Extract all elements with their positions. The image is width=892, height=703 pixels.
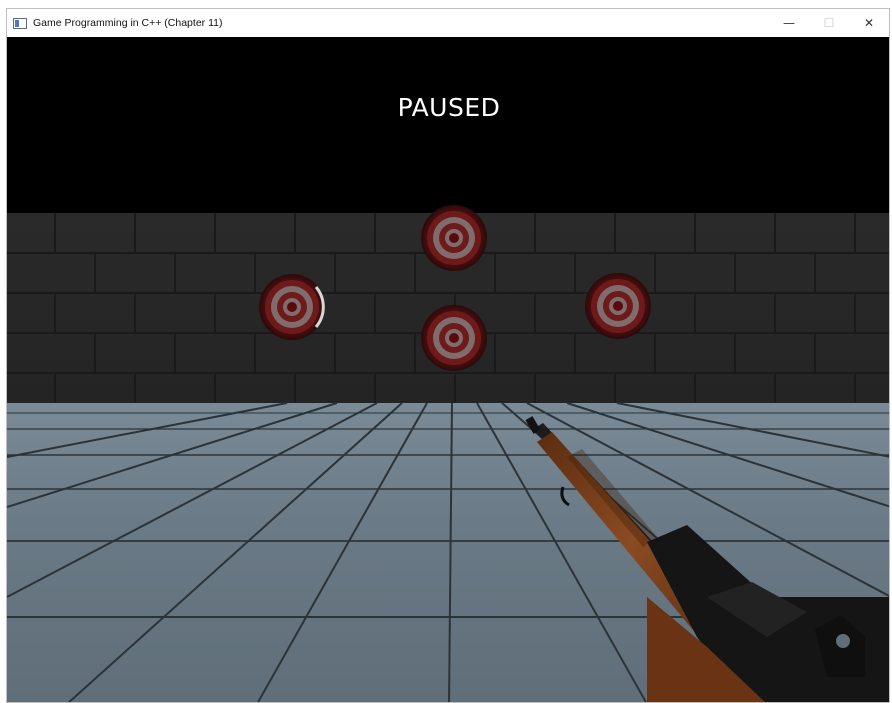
window-controls: — ☐ ✕ [769, 9, 889, 37]
target-left [259, 274, 325, 340]
minimize-button[interactable]: — [769, 9, 809, 37]
sky [7, 37, 889, 213]
game-viewport[interactable]: PAUSED [7, 37, 889, 702]
game-window: Game Programming in C++ (Chapter 11) — ☐… [6, 8, 890, 703]
maximize-button[interactable]: ☐ [809, 9, 849, 37]
scene-render [7, 37, 889, 702]
window-title: Game Programming in C++ (Chapter 11) [33, 17, 223, 29]
target-right [585, 273, 651, 339]
close-icon: ✕ [863, 16, 875, 30]
target-bottom [421, 305, 487, 371]
title-bar[interactable]: Game Programming in C++ (Chapter 11) — ☐… [7, 9, 889, 37]
minimize-icon: — [783, 16, 795, 30]
app-icon [13, 17, 27, 29]
paused-label: PAUSED [397, 93, 501, 122]
close-button[interactable]: ✕ [849, 9, 889, 37]
maximize-icon: ☐ [823, 16, 835, 30]
target-top [421, 205, 487, 271]
